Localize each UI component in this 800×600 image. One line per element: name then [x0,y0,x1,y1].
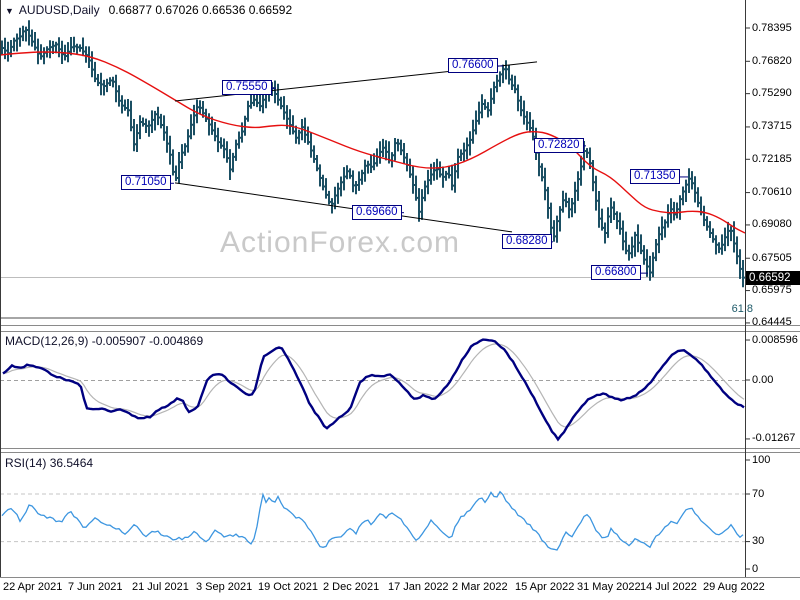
price-level-label[interactable]: 0.71350 [630,168,680,184]
price-axis-tick-label: 0.72185 [752,152,792,165]
price-level-label[interactable]: 0.69660 [352,204,402,220]
rsi-axis-tick-label: 100 [752,453,771,466]
price-axis-tick-label: 0.69080 [752,218,792,231]
price-axis-tick-label: 0.73715 [752,120,792,133]
price-level-label[interactable]: 0.75550 [222,80,272,96]
macd-axis-tick-label: 0.008596 [752,333,798,346]
price-axis-tick-label: 0.67505 [752,251,792,264]
rsi-axis-tick-label: 30 [752,535,765,548]
x-axis-date-label: 2 Mar 2022 [452,581,508,593]
price-axis-tick-label: 0.65975 [752,284,792,297]
price-level-label[interactable]: 0.71050 [121,175,171,191]
macd-axis-tick-label: 0.00 [752,373,774,386]
x-axis-date-label: 7 Jun 2021 [68,581,123,593]
x-axis-date-label: 19 Oct 2021 [258,581,318,593]
chart-title: ▼ AUDUSD,Daily 0.66877 0.67026 0.66536 0.6… [5,3,292,17]
price-axis-tick-label: 0.64445 [752,316,792,329]
x-axis-date-label: 29 Aug 2022 [703,581,765,593]
macd-signal-line [2,343,745,428]
fib-level-label[interactable]: 61.8 [700,303,753,315]
rsi-axis-tick-label: 70 [752,487,765,500]
x-axis-date-label: 21 Jul 2021 [132,581,189,593]
price-axis-tick-label: 0.76820 [752,54,792,67]
symbol-timeframe-label: AUDUSD,Daily [18,3,100,17]
rsi-value: 36.5464 [49,456,94,470]
watermark: ActionForex.com [219,226,461,259]
ohlc-values: 0.66877 0.67026 0.66536 0.66592 [108,3,293,17]
price-axis-tick-label: 0.75290 [752,87,792,100]
rsi-axis-tick-label: 0 [752,562,759,575]
symbol-dropdown-icon[interactable]: ▼ [5,6,14,16]
price-axis-tick-label: 0.70610 [752,186,792,199]
trading-chart-window: ▼ AUDUSD,Daily 0.66877 0.67026 0.66536 0.6… [0,0,800,600]
price-axis-tick-label: 0.78395 [752,21,792,34]
macd-axis-tick-label: -0.01267 [752,432,796,445]
macd-indicator-label: MACD(12,26,9) -0.005907 -0.004869 [5,334,203,348]
x-axis-date-label: 31 May 2022 [577,581,641,593]
x-axis-date-label: 2 Dec 2021 [323,581,380,593]
price-level-label[interactable]: 0.72820 [534,137,584,153]
macd-main-line [2,338,745,442]
macd-values: -0.005907 -0.004869 [91,334,204,348]
x-axis-date-label: 14 Jul 2022 [640,581,697,593]
x-axis-date-label: 17 Jan 2022 [388,581,449,593]
x-axis-date-label: 15 Apr 2022 [515,581,575,593]
x-axis-date-label: 22 Apr 2021 [3,581,63,593]
price-level-label[interactable]: 0.68280 [502,233,552,249]
rsi-indicator-label: RSI(14) 36.5464 [5,456,93,470]
price-level-label[interactable]: 0.66800 [591,265,641,281]
x-axis-date-label: 3 Sep 2021 [196,581,253,593]
rsi-name: RSI(14) [5,456,47,470]
current-price-badge: 0.66592 [746,271,800,285]
price-level-label[interactable]: 0.76600 [448,57,498,73]
chart-canvas[interactable] [0,0,800,600]
macd-name: MACD(12,26,9) [5,334,89,348]
